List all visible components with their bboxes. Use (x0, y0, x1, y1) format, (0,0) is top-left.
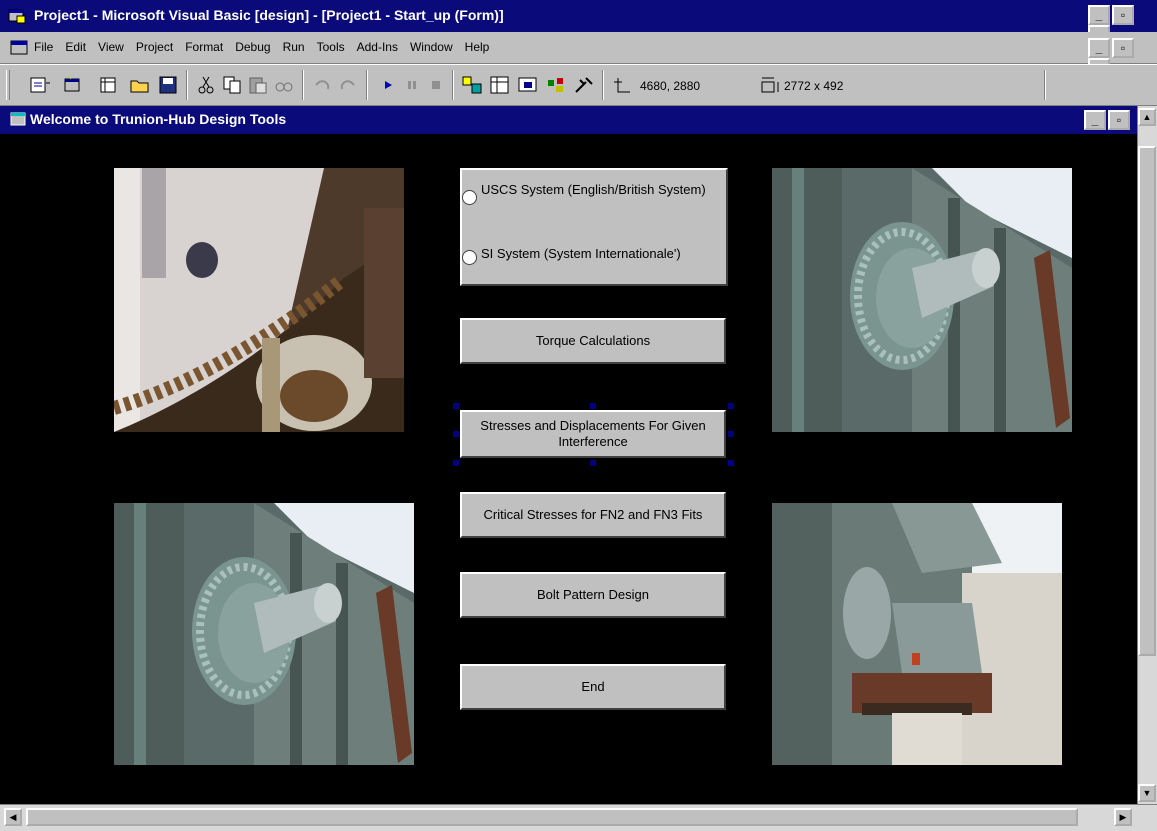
menu-window[interactable]: Window (410, 40, 453, 54)
maximize-button[interactable]: ▫ (1112, 5, 1134, 25)
selection-handle[interactable] (590, 403, 596, 409)
uscs-label[interactable]: USCS System (English/British System) (481, 182, 706, 198)
uscs-radio[interactable] (462, 190, 477, 205)
toolbar-separator (302, 70, 304, 100)
add-project-icon[interactable] (28, 74, 52, 96)
properties-icon[interactable] (488, 74, 512, 96)
trunnion-photo-bottom-left (114, 503, 414, 765)
menu-format[interactable]: Format (185, 40, 223, 54)
trunnion-photo-top-right (772, 168, 1072, 432)
position-icon (610, 74, 634, 96)
undo-icon[interactable] (310, 74, 334, 96)
si-option[interactable]: SI System (System Internationale') (462, 246, 722, 265)
size-icon (756, 74, 780, 96)
form-window-controls: _ ▫ (1082, 110, 1130, 130)
scroll-left-button[interactable]: ◀ (4, 808, 22, 826)
form-title-bar: Welcome to Trunion-Hub Design Tools _ ▫ (0, 106, 1137, 134)
menu-help[interactable]: Help (465, 40, 490, 54)
copy-icon[interactable] (220, 74, 244, 96)
vb-app-icon[interactable] (8, 8, 26, 24)
selection-handle[interactable] (453, 403, 459, 409)
minimize-button[interactable]: _ (1088, 5, 1110, 25)
toolbar-separator (1044, 70, 1046, 100)
menu-editor-icon[interactable] (96, 74, 120, 96)
vertical-scroll-thumb[interactable] (1138, 146, 1156, 656)
menu-file[interactable]: File (34, 40, 53, 54)
menu-edit[interactable]: Edit (65, 40, 86, 54)
selection-handle[interactable] (453, 431, 459, 437)
selection-handle[interactable] (590, 460, 596, 466)
form-maximize-button[interactable]: ▫ (1108, 110, 1130, 130)
redo-icon[interactable] (336, 74, 360, 96)
menu-items: File Edit View Project Format Debug Run … (34, 40, 489, 54)
cut-icon[interactable] (194, 74, 218, 96)
open-icon[interactable] (128, 74, 152, 96)
form-title: Welcome to Trunion-Hub Design Tools (30, 111, 287, 127)
hub-assembly-photo (772, 503, 1062, 765)
bolt-pattern-design-button[interactable]: Bolt Pattern Design (460, 572, 726, 618)
project-explorer-icon[interactable] (460, 74, 484, 96)
form-layout-icon[interactable] (516, 74, 540, 96)
start-icon[interactable] (376, 74, 400, 96)
form-system-icon[interactable] (10, 40, 28, 56)
add-form-icon[interactable] (62, 74, 86, 96)
scroll-right-button[interactable]: ▶ (1114, 808, 1132, 826)
child-minimize-button[interactable]: _ (1088, 38, 1110, 58)
selection-handle[interactable] (728, 431, 734, 437)
end-icon[interactable] (424, 74, 448, 96)
si-radio[interactable] (462, 250, 477, 265)
window-title: Project1 - Microsoft Visual Basic [desig… (34, 7, 504, 23)
toolbar-separator (366, 70, 368, 100)
uscs-option[interactable]: USCS System (English/British System) (462, 182, 722, 205)
torque-calculations-button[interactable]: Torque Calculations (460, 318, 726, 364)
find-icon[interactable] (272, 74, 296, 96)
toolbar-grip[interactable] (6, 70, 10, 100)
toolbar-separator (452, 70, 454, 100)
critical-stresses-button[interactable]: Critical Stresses for FN2 and FN3 Fits (460, 492, 726, 538)
paste-icon[interactable] (246, 74, 270, 96)
gear-photo (114, 168, 404, 432)
toolbox-icon[interactable] (572, 74, 596, 96)
child-maximize-button[interactable]: ▫ (1112, 38, 1134, 58)
position-readout: 4680, 2880 (640, 79, 701, 93)
break-icon[interactable] (400, 74, 424, 96)
toolbar-separator (186, 70, 188, 100)
scroll-up-button[interactable]: ▲ (1138, 108, 1156, 126)
horizontal-scroll-thumb[interactable] (26, 808, 1078, 826)
main-title-bar: Project1 - Microsoft Visual Basic [desig… (0, 0, 1157, 45)
menu-tools[interactable]: Tools (317, 40, 345, 54)
menu-run[interactable]: Run (283, 40, 305, 54)
form-minimize-button[interactable]: _ (1084, 110, 1106, 130)
menu-add-ins[interactable]: Add-Ins (357, 40, 398, 54)
si-label[interactable]: SI System (System Internationale') (481, 246, 681, 262)
menu-view[interactable]: View (98, 40, 124, 54)
menu-debug[interactable]: Debug (235, 40, 270, 54)
object-browser-icon[interactable] (544, 74, 568, 96)
stresses-displacements-button[interactable]: Stresses and Displacements For Given Int… (460, 410, 726, 458)
scroll-down-button[interactable]: ▼ (1138, 784, 1156, 802)
save-icon[interactable] (156, 74, 180, 96)
form-icon[interactable] (10, 112, 26, 126)
toolbar-separator (602, 70, 604, 100)
menu-project[interactable]: Project (136, 40, 173, 54)
selection-handle[interactable] (728, 403, 734, 409)
size-readout: 2772 x 492 (784, 79, 844, 93)
end-button[interactable]: End (460, 664, 726, 710)
selection-handle[interactable] (728, 460, 734, 466)
selection-handle[interactable] (453, 460, 459, 466)
